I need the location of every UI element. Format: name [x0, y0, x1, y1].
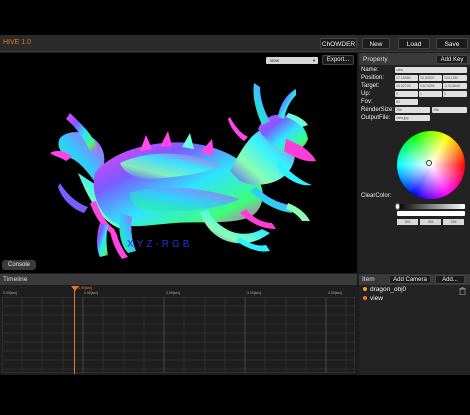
timeline-playhead[interactable]	[74, 288, 75, 374]
name-label: Name:	[361, 67, 379, 73]
add-camera-button[interactable]: Add Camera	[389, 275, 431, 284]
add-item-button[interactable]: Add...	[435, 275, 465, 284]
tick-label: 0.00[sec]	[3, 291, 18, 295]
top-toolbar: HIVE 1.0 ChOWDER New Load Save	[0, 35, 470, 52]
add-key-button[interactable]: Add Key	[436, 55, 468, 64]
property-panel-header: Property Add Key	[359, 53, 470, 65]
trash-icon[interactable]	[459, 287, 466, 295]
timeline-panel: Timeline 0.00[sec] 1.00[sec] 2.00[sec] 3…	[0, 274, 357, 375]
color-b-field[interactable]: 255	[443, 219, 464, 225]
color-preview-bar	[397, 211, 465, 216]
app-title: HIVE 1.0	[3, 39, 32, 46]
brightness-slider[interactable]	[397, 204, 465, 209]
tick-label: 4.00[sec]	[328, 291, 343, 295]
item-panel-title: Item	[362, 276, 375, 283]
position-x-field[interactable]: 17.18980	[395, 75, 418, 81]
view-select-value: view	[270, 58, 280, 63]
up-x-field[interactable]: 0	[395, 91, 418, 97]
brightness-slider-handle[interactable]	[395, 203, 400, 210]
fov-label: Fov:	[361, 99, 373, 105]
output-file-label: OutputFile:	[361, 115, 391, 121]
chowder-button[interactable]: ChOWDER	[320, 38, 357, 49]
up-z-field[interactable]: 0	[443, 91, 467, 97]
item-panel-header: Item Add Camera Add...	[359, 274, 470, 285]
item-panel: Item Add Camera Add... dragon_obj0 view	[359, 274, 470, 375]
save-button[interactable]: Save	[436, 38, 468, 49]
chevron-down-icon: ▼	[312, 58, 316, 63]
render-width-field[interactable]: 256	[395, 107, 430, 113]
axis-overlay-label: XYZ-RGB	[127, 239, 193, 250]
up-label: Up:	[361, 91, 371, 97]
clear-color-label: ClearColor:	[361, 193, 392, 199]
tick-label: 2.00[sec]	[166, 291, 181, 295]
color-g-field[interactable]: 255	[420, 219, 441, 225]
timeline-grid[interactable]	[2, 297, 355, 373]
export-button[interactable]: Export...	[322, 55, 354, 65]
position-z-field[interactable]: 104.1857	[443, 75, 467, 81]
item-status-dot	[363, 287, 367, 291]
tick-label: 3.00[sec]	[247, 291, 262, 295]
item-label: view	[370, 295, 384, 302]
load-button[interactable]: Load	[398, 38, 430, 49]
view-select-dropdown[interactable]: view ▼	[266, 57, 318, 64]
position-label: Position:	[361, 75, 385, 81]
target-z-field[interactable]: -0.913649	[443, 83, 467, 89]
target-x-field[interactable]: 10.32703	[395, 83, 418, 89]
tick-label: 1.00[sec]	[84, 291, 99, 295]
name-field[interactable]: view	[395, 67, 467, 73]
render-height-field[interactable]: 256	[432, 107, 467, 113]
playhead-time-label: 0.96[sec]	[78, 286, 93, 290]
hive-app-window: HIVE 1.0 ChOWDER New Load Save view ▼ Ex…	[0, 35, 470, 375]
output-file-field[interactable]: view.jpg	[395, 115, 430, 121]
color-wheel-marker[interactable]	[426, 160, 432, 166]
timeline-title: Timeline	[3, 276, 28, 283]
position-y-field[interactable]: 10.93037	[419, 75, 442, 81]
item-row-view[interactable]: view	[363, 295, 383, 303]
property-panel: Property Add Key Name: view Position: 17…	[359, 53, 470, 273]
render-size-label: RenderSize:	[361, 107, 395, 113]
item-status-dot	[363, 296, 367, 300]
up-y-field[interactable]: 1	[419, 91, 442, 97]
console-tab[interactable]: Console	[2, 260, 36, 270]
new-button[interactable]: New	[362, 38, 390, 49]
property-panel-title: Property	[363, 56, 388, 63]
item-label: dragon_obj0	[370, 286, 407, 293]
fov-field[interactable]: 60	[395, 99, 418, 105]
render-viewport[interactable]: view ▼ Export... XYZ-RGB Console	[0, 53, 357, 273]
target-label: Target:	[361, 83, 380, 89]
timeline-header: Timeline	[0, 274, 357, 285]
color-r-field[interactable]: 255	[397, 219, 418, 225]
target-y-field[interactable]: 9.674056	[419, 83, 442, 89]
item-row-dragon[interactable]: dragon_obj0	[363, 286, 406, 294]
